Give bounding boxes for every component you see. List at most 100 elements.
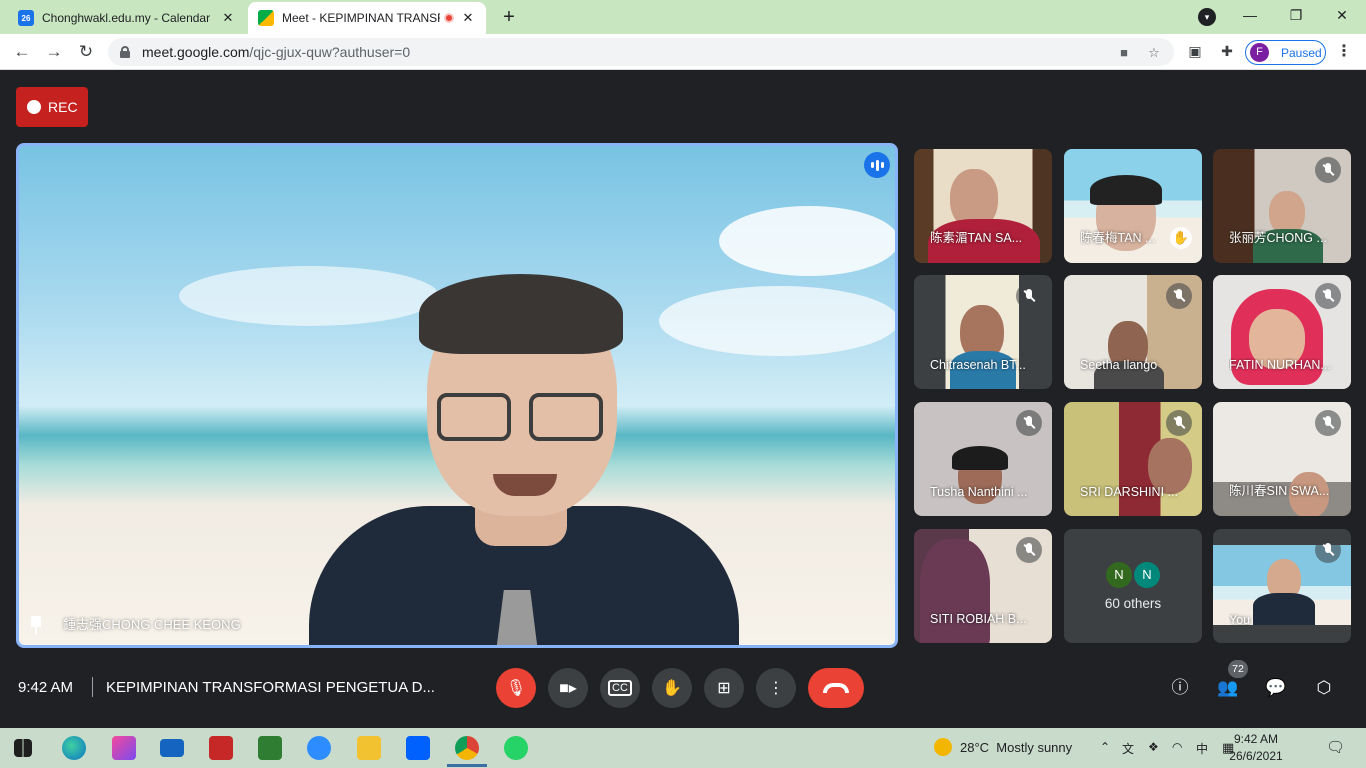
file-explorer-icon[interactable]	[357, 736, 381, 760]
meeting-title[interactable]: KEPIMPINAN TRANSFORMASI PENGETUA D...	[106, 679, 435, 696]
participant-name: Seetha Ilango	[1080, 358, 1158, 372]
participant-name: 张丽芳CHONG ...	[1229, 231, 1327, 245]
mail-icon[interactable]	[160, 739, 184, 757]
dropbox-icon[interactable]	[406, 736, 430, 760]
weather-widget[interactable]: 28°C Mostly sunny	[934, 738, 1072, 756]
url-host: meet.google.com	[142, 44, 250, 60]
more-vert-icon: ⋮	[768, 680, 784, 697]
url-path: /qjc-gjux-quw?authuser=0	[249, 44, 411, 60]
edge-icon[interactable]	[62, 736, 86, 760]
back-button[interactable]: ←	[10, 40, 34, 64]
more-options-button[interactable]: ⋮	[756, 668, 796, 708]
browser-toolbar: ← → ↻ meet.google.com/qjc-gjux-quw?authu…	[0, 34, 1366, 70]
calendar-icon: 26	[18, 10, 34, 26]
meeting-time: 9:42 AM	[18, 679, 74, 696]
presenter-name: 鍾志强CHONG CHEE KEONG	[63, 617, 241, 632]
participant-name: SRI DARSHINI ...	[1080, 485, 1178, 499]
dropbox-tray-icon[interactable]: ❖	[1148, 740, 1159, 754]
participant-name: 陈川春SIN SWA...	[1229, 484, 1330, 498]
address-bar[interactable]: meet.google.com/qjc-gjux-quw?authuser=0 …	[108, 38, 1174, 66]
background-cloud	[659, 286, 895, 356]
close-window-button[interactable]: ✕	[1328, 4, 1356, 28]
extensions-puzzle-icon[interactable]: ✚	[1218, 42, 1236, 60]
tab-meet[interactable]: Meet - KEPIMPINAN TRANSF ✕	[248, 2, 486, 34]
acrobat-icon[interactable]	[209, 736, 233, 760]
new-tab-button[interactable]: +	[498, 7, 520, 29]
tab-search-icon[interactable]: ▾	[1198, 8, 1216, 26]
others-count: 60 others	[1104, 595, 1162, 611]
participant-tile[interactable]: SRI DARSHINI ...	[1064, 402, 1202, 516]
profile-status: Paused	[1281, 45, 1322, 60]
ime-language[interactable]: 中	[1196, 740, 1208, 757]
participant-name: 陈春梅TAN ...	[1080, 231, 1156, 245]
mic-off-icon	[1315, 537, 1341, 563]
participant-tile[interactable]: 陈素湄TAN SA...	[914, 149, 1052, 263]
participant-tile[interactable]: Chitrasenah BT...	[914, 275, 1052, 389]
captions-button[interactable]: CC	[600, 668, 640, 708]
participant-name: FATIN NURHAN...	[1229, 358, 1331, 372]
speaker-glasses	[437, 393, 607, 443]
captions-icon: CC	[608, 680, 632, 696]
people-icon[interactable]: 👥	[1216, 676, 1240, 700]
restore-button[interactable]: ❐	[1282, 4, 1310, 28]
divider	[92, 677, 93, 697]
photos-icon[interactable]	[112, 736, 136, 760]
participant-tile[interactable]: FATIN NURHAN...	[1213, 275, 1351, 389]
lock-icon[interactable]	[120, 46, 130, 58]
activities-icon[interactable]: ⬡	[1312, 676, 1336, 700]
camera-toggle-button[interactable]: ■▸	[548, 668, 588, 708]
participant-tile[interactable]: SITI ROBIAH B...	[914, 529, 1052, 643]
participant-tile[interactable]: ✋ 陈春梅TAN ...	[1064, 149, 1202, 263]
camera-icon[interactable]: ■	[1116, 45, 1132, 61]
participant-tile[interactable]: Tusha Nanthini ...	[914, 402, 1052, 516]
avatar: F	[1250, 43, 1269, 62]
screen-cast-icon[interactable]: ▣	[1186, 42, 1204, 60]
raise-hand-button[interactable]: ✋	[652, 668, 692, 708]
avatar: N	[1134, 561, 1160, 588]
bookmark-star-icon[interactable]: ☆	[1146, 45, 1162, 61]
forward-button[interactable]: →	[42, 40, 66, 64]
main-speaker-tile[interactable]: 鍾志强CHONG CHEE KEONG	[16, 143, 898, 648]
input-method-icon[interactable]: ⽂	[1122, 740, 1134, 757]
chrome-icon[interactable]	[455, 736, 479, 760]
others-avatars: N N	[1106, 561, 1160, 588]
tab-title: Chonghwakl.edu.my - Calendar -	[42, 11, 214, 25]
store-icon[interactable]	[258, 736, 282, 760]
leave-call-button[interactable]	[808, 668, 864, 708]
whatsapp-icon[interactable]	[504, 736, 528, 760]
reload-button[interactable]: ↻	[74, 40, 98, 64]
mic-off-icon	[1315, 283, 1341, 309]
speaking-indicator-icon	[864, 152, 890, 178]
present-icon: ⊞	[717, 680, 731, 697]
mic-toggle-button[interactable]: 🎙	[496, 668, 536, 708]
wifi-icon[interactable]: ◠	[1172, 740, 1182, 754]
participant-tile[interactable]: Seetha Ilango	[1064, 275, 1202, 389]
participant-tile[interactable]: 陈川春SIN SWA...	[1213, 402, 1351, 516]
meeting-details-icon[interactable]: ⓘ	[1168, 676, 1192, 700]
minimize-button[interactable]: —	[1236, 4, 1264, 28]
profile-button[interactable]: F Paused	[1245, 40, 1326, 65]
weather-temp: 28°C	[960, 739, 990, 755]
mic-off-icon	[1315, 157, 1341, 183]
chrome-menu-icon[interactable]: ⋮	[1336, 42, 1352, 62]
present-screen-button[interactable]: ⊞	[704, 668, 744, 708]
avatar: N	[1106, 561, 1132, 588]
mic-off-icon	[1016, 537, 1042, 563]
windows-start-icon[interactable]	[14, 739, 32, 757]
close-icon[interactable]: ✕	[220, 10, 236, 26]
recording-badge[interactable]: REC	[16, 87, 88, 127]
system-clock[interactable]: 9:42 AM 26/6/2021	[1228, 731, 1284, 765]
participant-tile[interactable]: You	[1213, 529, 1351, 643]
mic-off-icon	[1166, 410, 1192, 436]
zoom-icon[interactable]	[307, 736, 331, 760]
close-icon[interactable]: ✕	[460, 10, 476, 26]
chevron-up-icon[interactable]: ⌃	[1100, 740, 1110, 754]
pin-icon[interactable]	[29, 616, 43, 634]
participant-tile[interactable]: 张丽芳CHONG ...	[1213, 149, 1351, 263]
others-tile[interactable]: N N 60 others	[1064, 529, 1202, 643]
tab-calendar[interactable]: 26 Chonghwakl.edu.my - Calendar - ✕	[8, 2, 246, 34]
chat-icon[interactable]: 💬	[1264, 676, 1288, 700]
speaker-hair	[419, 274, 623, 354]
participant-video	[952, 446, 1008, 470]
notification-icon[interactable]: 🗨	[1326, 738, 1345, 756]
